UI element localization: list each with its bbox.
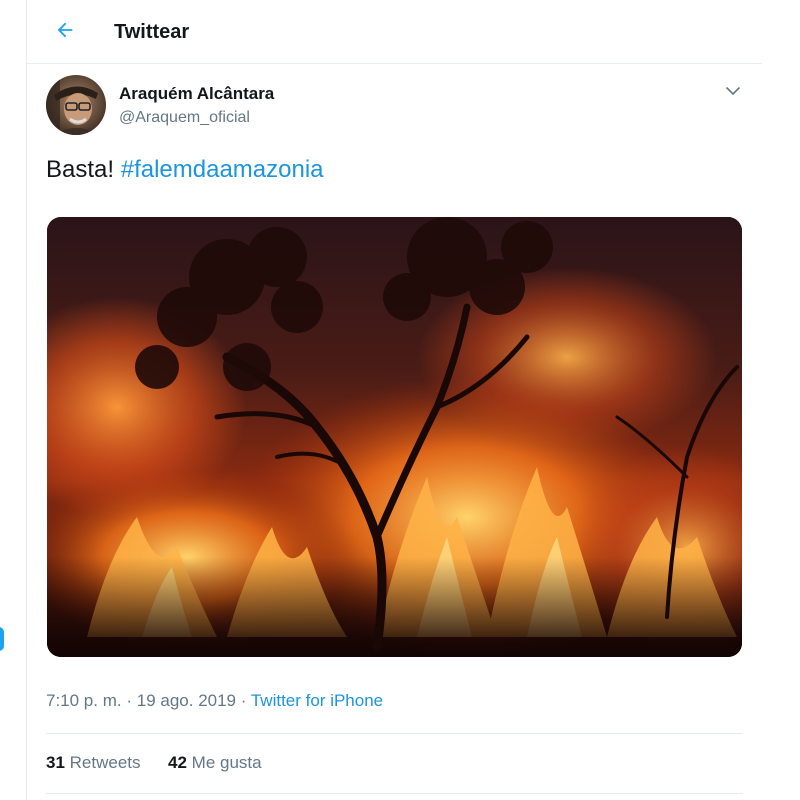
avatar[interactable] [46,75,106,135]
right-background [762,0,800,800]
page-title: Twittear [114,21,190,43]
tweet-stats: 31 Retweets 42 Me gusta [46,752,262,774]
tweet-menu-button[interactable] [720,80,746,102]
likes-label: Me gusta [191,753,262,772]
tweet-source-link[interactable]: Twitter for iPhone [251,691,383,710]
retweets-stat[interactable]: 31 Retweets [46,752,141,774]
tweet-text-body: Basta! [46,156,121,183]
arrow-left-icon [57,22,73,38]
retweets-count: 31 [46,753,65,772]
likes-stat[interactable]: 42 Me gusta [168,752,262,774]
author-handle[interactable]: @Araquem_oficial [119,108,250,128]
separator-dot: · [240,691,247,710]
author-name[interactable]: Araquém Alcântara [119,84,274,104]
hashtag-link[interactable]: #falemdaamazonia [121,156,324,183]
chevron-down-icon [725,86,741,96]
tweet-media-photo[interactable] [47,217,742,657]
tweet-time[interactable]: 7:10 p. m. [46,691,122,710]
divider [46,793,743,794]
separator-dot: · [126,691,133,710]
tweet-column: Twittear Araquém Alcântara @Araquem_ofic… [26,0,763,800]
tweet-text: Basta! #falemdaamazonia [46,155,324,185]
likes-count: 42 [168,753,187,772]
divider [46,733,743,734]
twitter-page: Twittear Araquém Alcântara @Araquem_ofic… [0,0,800,800]
avatar-image [46,75,106,135]
left-background [0,0,26,800]
page-header: Twittear [27,0,762,64]
retweets-label: Retweets [69,753,141,772]
wildfire-photo [47,217,742,657]
tweet-date[interactable]: 19 ago. 2019 [137,691,236,710]
left-edge-button[interactable] [0,627,4,651]
back-button[interactable] [45,10,85,50]
tweet-timestamp: 7:10 p. m. · 19 ago. 2019 · Twitter for … [46,690,383,712]
